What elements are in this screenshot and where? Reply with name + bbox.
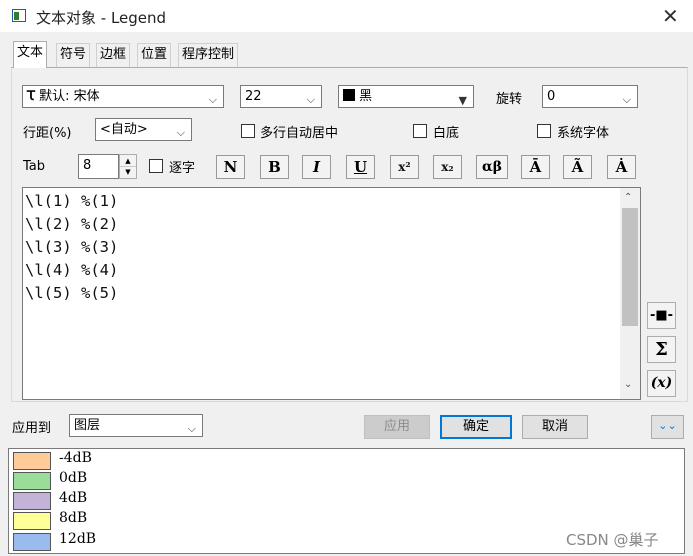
multiline-center-label: 多行自动居中: [260, 126, 339, 141]
legend-label: 8dB: [59, 510, 88, 526]
rotate-value: 0: [547, 89, 556, 104]
close-icon[interactable]: ✕: [662, 4, 679, 28]
superscript-button[interactable]: x²: [390, 155, 419, 179]
ok-button[interactable]: 确定: [440, 415, 512, 439]
font-select[interactable]: Ꚍ 默认: 宋体 ⌵: [22, 85, 224, 108]
cancel-button[interactable]: 取消: [522, 415, 588, 439]
system-font-label: 系统字体: [557, 126, 610, 141]
line-spacing-label: 行距(%): [23, 126, 72, 141]
legend-swatch: [13, 512, 51, 530]
tab-program-control[interactable]: 程序控制: [178, 43, 239, 67]
font-size-select[interactable]: 22 ⌵: [240, 85, 322, 108]
apply-to-value: 图层: [74, 418, 101, 433]
apply-button[interactable]: 应用: [364, 415, 430, 439]
color-swatch: [343, 89, 355, 101]
tab-symbol[interactable]: 符号: [56, 43, 91, 67]
insert-variable-button[interactable]: (x): [647, 370, 676, 397]
overbar-button[interactable]: Ā: [521, 155, 550, 179]
chevron-down-icon: ⌵: [622, 93, 631, 106]
text-line: \l(5) %(5): [25, 284, 119, 302]
per-char-checkbox[interactable]: [149, 159, 163, 173]
dot-accent-button[interactable]: Ȧ: [607, 155, 636, 179]
font-select-value: 默认: 宋体: [39, 89, 100, 104]
truetype-icon: Ꚍ: [27, 89, 35, 104]
per-char-label: 逐字: [169, 161, 196, 176]
apply-to-select[interactable]: 图层 ⌵: [69, 414, 203, 437]
chevron-down-icon: ⌵: [176, 126, 185, 139]
normal-button[interactable]: N: [216, 155, 245, 179]
insert-symbol-button[interactable]: -■-: [647, 302, 676, 329]
legend-label: 0dB: [59, 470, 88, 486]
tilde-button[interactable]: Ã: [563, 155, 592, 179]
tab-width-value: 8: [83, 158, 92, 173]
window-title: 文本对象 - Legend: [36, 9, 167, 27]
scrollbar-thumb[interactable]: [622, 208, 638, 326]
font-size-value: 22: [245, 89, 262, 104]
underline-button[interactable]: U: [346, 155, 375, 179]
multiline-center-checkbox[interactable]: [241, 124, 255, 138]
text-line: \l(3) %(3): [25, 238, 119, 256]
rotate-label: 旋转: [496, 92, 523, 107]
legend-swatch: [13, 472, 51, 490]
tab-label: Tab: [23, 159, 46, 174]
expand-button[interactable]: ⌄⌄: [651, 415, 684, 439]
vertical-scrollbar[interactable]: ⌃ ⌄: [620, 188, 640, 399]
chevron-down-icon: ⌵: [306, 93, 315, 106]
subscript-button[interactable]: x₂: [433, 155, 462, 179]
chevron-down-icon: ⌵: [208, 93, 217, 106]
double-chevron-down-icon: ⌄⌄: [658, 419, 677, 432]
apply-to-label: 应用到: [12, 421, 52, 436]
sigma-button[interactable]: Σ: [647, 336, 676, 363]
scroll-up-icon[interactable]: ⌃: [624, 192, 632, 203]
spin-up-icon[interactable]: ▲: [120, 155, 136, 167]
legend-label: -4dB: [59, 450, 92, 466]
color-select[interactable]: 黑 ▼: [338, 85, 474, 108]
legend-text-editor[interactable]: \l(1) %(1) \l(2) %(2) \l(3) %(3) \l(4) %(4)…: [22, 187, 641, 400]
superscript-label: x²: [398, 160, 411, 174]
legend-label: 12dB: [59, 531, 97, 547]
window-icon: [12, 9, 26, 22]
text-line: \l(2) %(2): [25, 215, 119, 233]
tab-position[interactable]: 位置: [137, 43, 172, 67]
tab-width-input[interactable]: 8: [78, 154, 119, 179]
watermark: CSDN @巢子: [566, 531, 659, 549]
scroll-down-icon[interactable]: ⌄: [624, 379, 632, 390]
spin-down-icon[interactable]: ▼: [120, 167, 136, 178]
legend-swatch: [13, 452, 51, 470]
italic-button[interactable]: I: [302, 155, 331, 179]
line-spacing-select[interactable]: <自动> ⌵: [95, 118, 192, 141]
system-font-checkbox[interactable]: [537, 124, 551, 138]
triangle-down-icon: ▼: [458, 94, 467, 107]
tab-width-spinner[interactable]: ▲ ▼: [119, 154, 137, 179]
white-bg-checkbox[interactable]: [413, 124, 427, 138]
rotate-select[interactable]: 0 ⌵: [542, 85, 638, 108]
line-spacing-value: <自动>: [100, 122, 148, 137]
text-line: \l(4) %(4): [25, 261, 119, 279]
subscript-label: x₂: [441, 160, 454, 174]
legend-swatch: [13, 492, 51, 510]
legend-label: 4dB: [59, 490, 88, 506]
bold-button[interactable]: B: [260, 155, 289, 179]
title-bar: 文本对象 - Legend ✕: [0, 0, 693, 32]
greek-button[interactable]: αβ: [476, 155, 508, 179]
chevron-down-icon: ⌵: [187, 422, 196, 435]
tab-border[interactable]: 边框: [96, 43, 131, 67]
legend-swatch: [13, 533, 51, 551]
legend-text-content: \l(1) %(1) \l(2) %(2) \l(3) %(3) \l(4) %(4)…: [25, 190, 118, 305]
white-bg-label: 白底: [433, 126, 460, 141]
color-value: 黑: [359, 89, 373, 104]
text-line: \l(1) %(1): [25, 192, 119, 210]
tab-text[interactable]: 文本: [13, 41, 48, 68]
